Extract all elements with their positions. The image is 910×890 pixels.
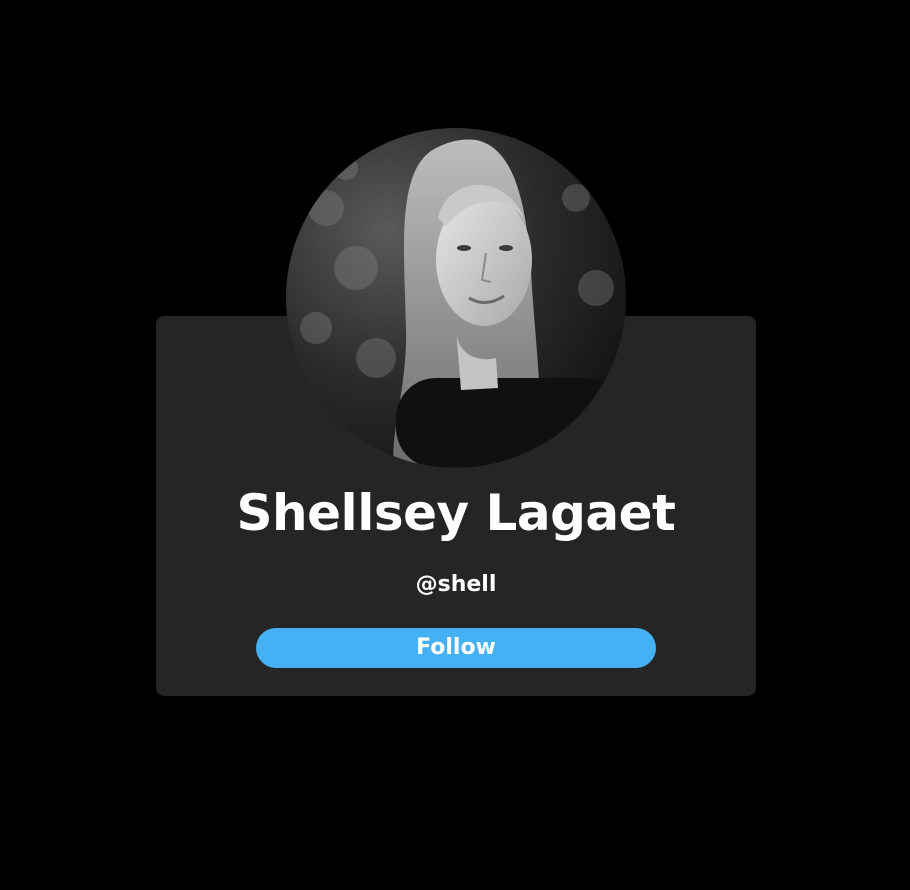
profile-name: Shellsey Lagaet bbox=[236, 484, 676, 542]
profile-stage: Shellsey Lagaet @shell Follow bbox=[0, 0, 910, 890]
avatar bbox=[286, 128, 626, 468]
avatar-photo bbox=[286, 128, 626, 468]
profile-handle: @shell bbox=[415, 572, 497, 597]
follow-button[interactable]: Follow bbox=[256, 628, 656, 668]
